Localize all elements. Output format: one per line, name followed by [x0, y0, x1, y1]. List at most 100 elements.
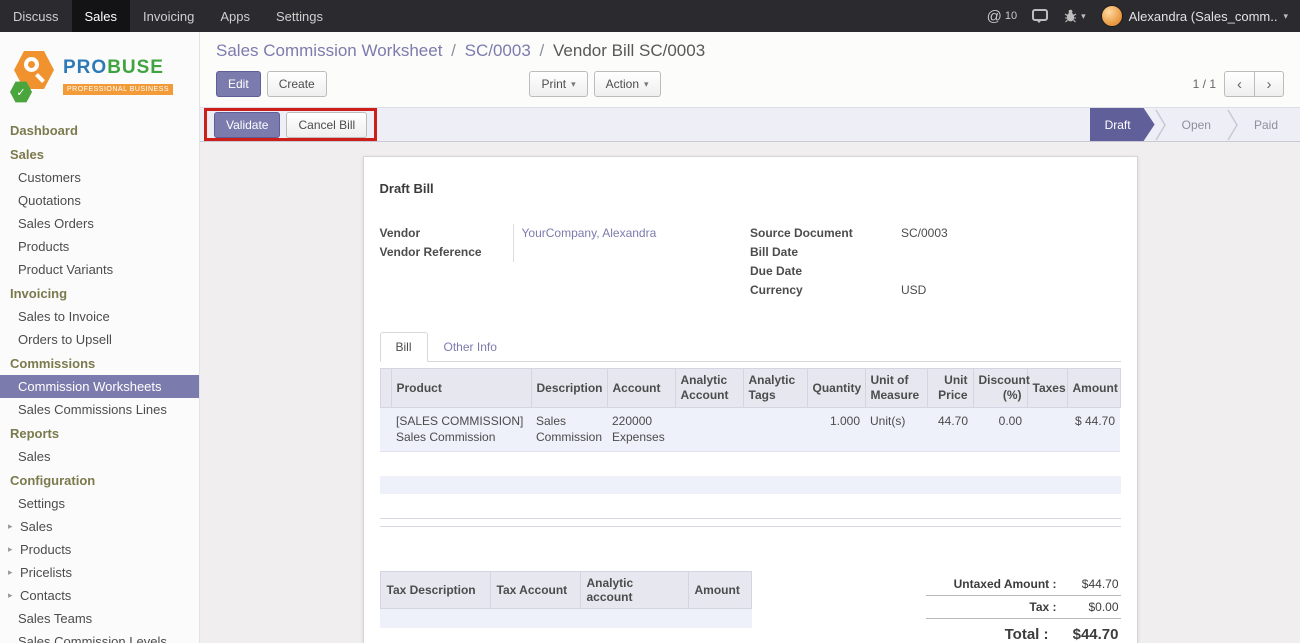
brand-tagline: PROFESSIONAL BUSINESS — [63, 84, 173, 95]
debug-menu-button[interactable]: ▾ — [1063, 9, 1086, 23]
column-header-analytic-account: Analytic Account — [675, 369, 743, 408]
total-value: $44.70 — [1049, 626, 1119, 643]
breadcrumb-record-link[interactable]: SC/0003 — [465, 41, 531, 60]
pager-previous-button[interactable]: ‹ — [1224, 71, 1254, 97]
vendor-value-link[interactable]: YourCompany, Alexandra — [522, 226, 657, 240]
sidebar-item-config-sales[interactable]: ▸ Sales — [0, 515, 199, 538]
edit-button[interactable]: Edit — [216, 71, 261, 97]
cell-account: 220000 Expenses — [607, 408, 675, 452]
column-header-amount: Amount — [1067, 369, 1120, 408]
cell-description: Sales Commission — [531, 408, 607, 452]
cell-product: [SALES COMMISSION] Sales Commission — [391, 408, 531, 452]
tax-row: Tax : $0.00 — [926, 596, 1121, 619]
sidebar-item-sales-to-invoice[interactable]: Sales to Invoice — [0, 305, 199, 328]
cell-discount: 0.00 — [973, 408, 1027, 452]
messages-button[interactable] — [1032, 11, 1048, 21]
sidebar-heading-reports[interactable]: Reports — [0, 421, 199, 445]
control-panel: Sales Commission Worksheet / SC/0003 / V… — [200, 32, 1300, 107]
sidebar-item-config-settings[interactable]: Settings — [0, 492, 199, 515]
action-label: Action — [606, 77, 639, 91]
nav-settings[interactable]: Settings — [263, 0, 336, 32]
field-group-left: Vendor YourCompany, Alexandra Vendor Ref… — [380, 224, 751, 300]
statusbar-buttons: Validate Cancel Bill — [204, 108, 377, 141]
top-navbar: Discuss Sales Invoicing Apps Settings @ … — [0, 0, 1300, 32]
sidebar-item-customers[interactable]: Customers — [0, 166, 199, 189]
chevron-down-icon: ▾ — [644, 79, 649, 90]
due-date-label: Due Date — [750, 262, 893, 281]
sidebar-item-orders-to-upsell[interactable]: Orders to Upsell — [0, 328, 199, 351]
sidebar-heading-configuration[interactable]: Configuration — [0, 468, 199, 492]
sidebar-item-label: Sales — [20, 519, 53, 534]
sidebar-item-sales-teams[interactable]: Sales Teams — [0, 607, 199, 630]
empty-bordered-row — [380, 518, 1121, 527]
probuse-logo: ✓ PROBUSE PROFESSIONAL BUSINESS — [0, 32, 199, 118]
probuse-logo-mark: ✓ — [10, 48, 56, 104]
nav-apps[interactable]: Apps — [207, 0, 263, 32]
column-header-tax-analytic-account: Analytic account — [580, 572, 688, 609]
sidebar-item-products[interactable]: Products — [0, 235, 199, 258]
sidebar-item-config-products[interactable]: ▸ Products — [0, 538, 199, 561]
sidebar-item-config-pricelists[interactable]: ▸ Pricelists — [0, 561, 199, 584]
action-dropdown-button[interactable]: Action ▾ — [594, 71, 661, 97]
total-row: Total : $44.70 — [926, 619, 1121, 643]
breadcrumb-worksheet-link[interactable]: Sales Commission Worksheet — [216, 41, 442, 60]
currency-label: Currency — [750, 281, 893, 300]
expand-arrow-icon: ▸ — [8, 590, 15, 601]
sidebar-heading-sales[interactable]: Sales — [0, 142, 199, 166]
sidebar-item-quotations[interactable]: Quotations — [0, 189, 199, 212]
cancel-bill-button[interactable]: Cancel Bill — [286, 112, 367, 138]
breadcrumb-separator: / — [447, 41, 460, 60]
sidebar-heading-invoicing[interactable]: Invoicing — [0, 281, 199, 305]
sidebar-item-reports-sales[interactable]: Sales — [0, 445, 199, 468]
expand-arrow-icon: ▸ — [8, 567, 15, 578]
column-header-product: Product — [391, 369, 531, 408]
sidebar-item-sales-commissions-lines[interactable]: Sales Commissions Lines — [0, 398, 199, 421]
status-paid[interactable]: Paid — [1238, 108, 1294, 141]
chevron-separator-icon — [1155, 108, 1166, 141]
status-open[interactable]: Open — [1166, 108, 1227, 141]
sidebar-item-sales-commission-levels[interactable]: Sales Commission Levels — [0, 630, 199, 643]
main-area: Sales Commission Worksheet / SC/0003 / V… — [200, 32, 1300, 643]
validate-button[interactable]: Validate — [214, 112, 280, 138]
column-header-unit-price: Unit Price — [927, 369, 973, 408]
sidebar-item-config-contacts[interactable]: ▸ Contacts — [0, 584, 199, 607]
nav-invoicing[interactable]: Invoicing — [130, 0, 207, 32]
chat-bubble-icon — [1032, 9, 1048, 21]
sidebar-item-product-variants[interactable]: Product Variants — [0, 258, 199, 281]
cell-analytic-account — [675, 408, 743, 452]
bill-date-value — [893, 243, 1121, 262]
column-header-taxes: Taxes — [1027, 369, 1067, 408]
status-pipeline: Draft Open Paid — [1090, 108, 1300, 141]
check-icon: ✓ — [16, 86, 25, 99]
sidebar-heading-commissions[interactable]: Commissions — [0, 351, 199, 375]
mentions-button[interactable]: @ 10 — [987, 8, 1017, 25]
sidebar-item-sales-orders[interactable]: Sales Orders — [0, 212, 199, 235]
nav-sales[interactable]: Sales — [72, 0, 131, 32]
sidebar-item-label: Contacts — [20, 588, 71, 603]
create-button[interactable]: Create — [267, 71, 327, 97]
status-draft[interactable]: Draft — [1090, 108, 1155, 141]
expand-arrow-icon: ▸ — [8, 544, 15, 555]
field-group-right: Source Document SC/0003 Bill Date Due Da… — [750, 224, 1121, 300]
sidebar-item-commission-worksheets[interactable]: Commission Worksheets — [0, 375, 199, 398]
pager-next-button[interactable]: › — [1254, 71, 1284, 97]
app-window: Discuss Sales Invoicing Apps Settings @ … — [0, 0, 1300, 643]
column-header-tax-amount: Amount — [688, 572, 751, 609]
column-header-quantity: Quantity — [807, 369, 865, 408]
bill-state-title: Draft Bill — [380, 181, 1121, 196]
spacer — [380, 628, 752, 643]
empty-stripe-row — [380, 476, 1121, 494]
print-dropdown-button[interactable]: Print ▾ — [529, 71, 587, 97]
sidebar-item-label: Pricelists — [20, 565, 72, 580]
avatar — [1101, 5, 1123, 27]
breadcrumb: Sales Commission Worksheet / SC/0003 / V… — [216, 41, 1284, 61]
tab-other-info[interactable]: Other Info — [428, 332, 513, 362]
nav-discuss[interactable]: Discuss — [0, 0, 72, 32]
tab-bill[interactable]: Bill — [380, 332, 428, 362]
mention-count: 10 — [1005, 10, 1017, 22]
tax-table-header-row: Tax Description Tax Account Analytic acc… — [380, 572, 751, 609]
sidebar-heading-dashboard[interactable]: Dashboard — [0, 118, 199, 142]
bill-date-label: Bill Date — [750, 243, 893, 262]
user-menu[interactable]: Alexandra (Sales_comm.. ▾ — [1101, 5, 1288, 27]
bill-line-row[interactable]: [SALES COMMISSION] Sales Commission Sale… — [380, 408, 1120, 452]
